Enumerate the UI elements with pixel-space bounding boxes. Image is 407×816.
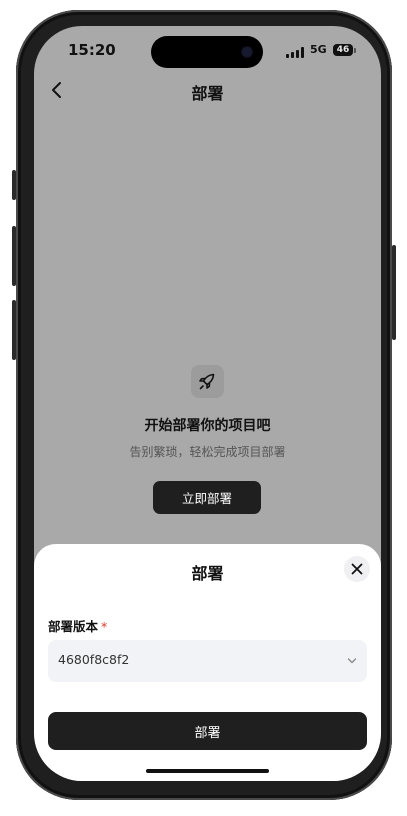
battery-tip bbox=[354, 48, 356, 53]
version-field-label: 部署版本 * bbox=[48, 616, 107, 635]
required-mark: * bbox=[101, 619, 108, 634]
empty-state-subtitle: 告别繁琐，轻松完成项目部署 bbox=[129, 445, 286, 459]
version-label-text: 部署版本 bbox=[48, 619, 99, 634]
empty-state-title: 开始部署你的项目吧 bbox=[144, 418, 271, 434]
close-icon bbox=[351, 563, 363, 575]
battery-icon: 46 bbox=[333, 44, 353, 56]
deploy-sheet: 部署 部署版本 * 4680f8c8f2 部署 bbox=[34, 544, 381, 781]
signal-icon bbox=[286, 47, 306, 58]
rocket-icon bbox=[199, 373, 215, 390]
deploy-now-button[interactable]: 立即部署 bbox=[153, 481, 261, 514]
deploy-submit-button[interactable]: 部署 bbox=[48, 712, 367, 750]
network-label: 5G bbox=[310, 43, 327, 56]
camera-icon bbox=[242, 47, 252, 57]
version-select-value: 4680f8c8f2 bbox=[58, 652, 130, 667]
phone-screen: 15:20 5G 46 部署 开始部署你的项目吧 告别繁琐，轻松完成项目部署 立… bbox=[34, 26, 381, 781]
home-indicator bbox=[146, 769, 269, 773]
empty-state-icon-box bbox=[191, 365, 224, 398]
power-button bbox=[392, 245, 396, 340]
close-button[interactable] bbox=[344, 556, 370, 582]
version-select[interactable]: 4680f8c8f2 bbox=[48, 640, 367, 682]
chevron-down-icon bbox=[347, 658, 357, 664]
sheet-title: 部署 bbox=[191, 564, 224, 583]
page-title: 部署 bbox=[191, 84, 224, 103]
status-time: 15:20 bbox=[68, 41, 116, 59]
